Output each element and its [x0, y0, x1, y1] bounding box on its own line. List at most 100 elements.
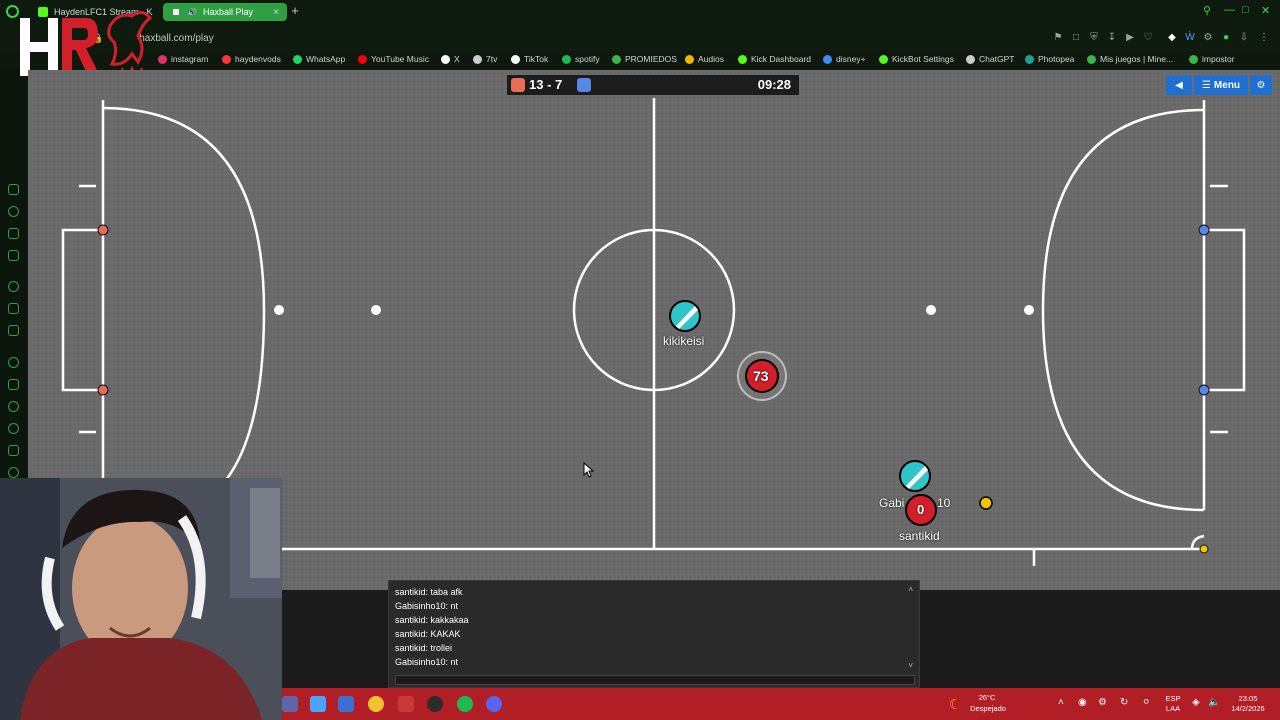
sidebar-openai-icon[interactable]	[8, 281, 19, 292]
settings-button[interactable]: ⚙	[1250, 75, 1272, 95]
bookmark-label: WhatsApp	[306, 54, 346, 64]
sidebar-settings-icon[interactable]	[8, 467, 19, 478]
blue-team-swatch	[577, 78, 591, 92]
bookmark-label: TikTok	[524, 54, 549, 64]
chat-panel: ˄ santikid: taba afk Gabisinho10: nt san…	[388, 580, 920, 688]
bookmark-favicon-icon	[823, 54, 832, 64]
bookmark-item[interactable]: KickBot Settings	[879, 54, 954, 64]
sidebar-telegram-icon[interactable]	[8, 325, 19, 336]
bookmark-item[interactable]: YouTube Music	[358, 54, 429, 64]
search-tabs-icon[interactable]: ⚲	[1203, 4, 1211, 17]
sidebar-mail-icon[interactable]	[8, 250, 19, 261]
sidebar-app-icon[interactable]	[8, 184, 19, 195]
discord-icon[interactable]	[486, 696, 502, 712]
bookmark-item[interactable]: PROMIEDOS	[612, 54, 677, 64]
bookmark-item[interactable]: impostor	[1189, 54, 1235, 64]
spotify-icon[interactable]	[457, 696, 473, 712]
red-team-swatch	[511, 78, 525, 92]
chat-message: Gabisinho10: nt	[395, 657, 459, 667]
obs-icon[interactable]	[427, 696, 443, 712]
bookmark-favicon-icon	[441, 54, 450, 64]
player-name-gabisinho-start: Gabi	[879, 496, 905, 510]
translate-icon[interactable]: Ẁ	[1184, 32, 1196, 44]
sidebar-clock-icon[interactable]	[8, 423, 19, 434]
weather-desc: Despejado	[970, 704, 1006, 713]
bookmark-favicon-icon	[293, 54, 302, 64]
sidebar-twitch-icon[interactable]	[8, 303, 19, 314]
chat-scroll-up-icon[interactable]: ˄	[908, 585, 913, 594]
play-icon[interactable]: ▶	[1124, 32, 1136, 44]
chat-scroll-down-icon[interactable]: ˅	[908, 661, 913, 670]
menu-button[interactable]: ☰ Menu	[1194, 75, 1248, 95]
bookmark-item[interactable]: haydenvods	[222, 54, 281, 64]
chat-input[interactable]	[395, 675, 915, 685]
tab-haxball-play[interactable]: 🔊 Haxball Play ×	[163, 3, 287, 21]
new-tab-button[interactable]: +	[288, 4, 302, 18]
weather-icon[interactable]: ☾	[949, 696, 962, 713]
downloads-icon[interactable]: ⇩	[1238, 32, 1250, 44]
sidebar-heart-icon[interactable]	[8, 401, 19, 412]
more-menu-icon[interactable]: ⋮	[1258, 32, 1270, 44]
shield-icon[interactable]: ⛨	[1088, 32, 1100, 44]
tray-obs-icon[interactable]: ◉	[1078, 697, 1087, 708]
windows-taskbar: ☾ 26°C Despejado ˄ ◉ ⚙ ↻ ⚪ ESP LAA ◈ 🔈 2…	[282, 688, 1280, 720]
bookmark-item[interactable]: Mis juegos | Mine...	[1087, 54, 1173, 64]
bookmark-item[interactable]: X	[441, 54, 460, 64]
tray-mic-icon[interactable]: ⚪	[1142, 697, 1150, 708]
sidebar-refresh-icon[interactable]	[8, 206, 19, 217]
bookmark-item[interactable]: spotify	[562, 54, 600, 64]
bookmark-item[interactable]: Kick Dashboard	[738, 54, 811, 64]
tray-chevron-icon[interactable]: ˄	[1058, 697, 1064, 708]
clock-date[interactable]: 14/2/2026	[1224, 704, 1272, 714]
heart-icon[interactable]: ♡	[1142, 32, 1154, 44]
puzzle-icon[interactable]: ⚙	[1202, 32, 1214, 44]
speaker-icon[interactable]: 🔊	[187, 8, 197, 17]
minimize-icon[interactable]: —	[1224, 4, 1235, 16]
sound-button[interactable]: ◀	[1166, 75, 1192, 95]
bookmark-item[interactable]: ChatGPT	[966, 54, 1014, 64]
volume-icon[interactable]: 🔈	[1208, 697, 1220, 708]
bookmark-label: instagram	[171, 54, 209, 64]
sidebar-download-icon[interactable]	[8, 445, 19, 456]
bookmark-item[interactable]: TikTok	[511, 54, 548, 64]
download-icon[interactable]: ↧	[1106, 32, 1118, 44]
close-window-icon[interactable]: ✕	[1261, 4, 1270, 17]
bookmark-item[interactable]: WhatsApp	[293, 54, 345, 64]
chat-message: santikid: trollei	[395, 643, 453, 653]
notepad-icon[interactable]	[310, 696, 326, 712]
clock-time[interactable]: 23:05	[1228, 694, 1268, 704]
sidebar-whatsapp-icon[interactable]	[8, 357, 19, 368]
bookmark-item[interactable]: Photopea	[1025, 54, 1074, 64]
app-root: { "browser": { "tabs": [ {"label": "Hayd…	[0, 0, 1280, 720]
input-language-1[interactable]: ESP	[1164, 694, 1182, 704]
bookmark-item[interactable]: disney+	[823, 54, 866, 64]
profile-icon[interactable]: ●	[1220, 32, 1232, 44]
bookmark-item[interactable]: instagram	[158, 54, 208, 64]
bookmark-item[interactable]: 7tv	[473, 54, 497, 64]
bookmark-item[interactable]: Audios	[685, 54, 724, 64]
maximize-icon[interactable]: □	[1242, 4, 1249, 16]
tray-steam-icon[interactable]: ⚙	[1098, 697, 1107, 708]
bookmark-label: KickBot Settings	[892, 54, 954, 64]
bookmark-page-icon[interactable]: ⚑	[1052, 32, 1064, 44]
bookmark-favicon-icon	[612, 54, 621, 64]
tab-bar: HaydenLFC1 Stream - K 🔊 Haxball Play × +…	[0, 0, 1280, 24]
player-gabisinho-disc	[899, 460, 931, 492]
chrome-icon[interactable]	[368, 696, 384, 712]
sidebar-grid-icon[interactable]	[8, 379, 19, 390]
input-language-2[interactable]: LAA	[1164, 704, 1182, 714]
tray-refresh-icon[interactable]: ↻	[1120, 697, 1128, 708]
webcam-overlay	[0, 478, 282, 720]
bookmark-favicon-icon	[879, 54, 888, 64]
active-app-icon[interactable]	[398, 696, 414, 712]
hamburger-icon: ☰	[1201, 79, 1211, 91]
extension-icon[interactable]: ◆	[1166, 32, 1178, 44]
screenshot-icon[interactable]: □	[1070, 32, 1082, 44]
wifi-icon[interactable]: ◈	[1192, 697, 1200, 708]
close-tab-icon[interactable]: ×	[273, 7, 279, 18]
explorer-icon[interactable]	[338, 696, 354, 712]
teams-icon[interactable]	[282, 696, 298, 712]
game-clock: 09:28	[757, 77, 791, 92]
ball	[979, 496, 993, 510]
sidebar-notes-icon[interactable]	[8, 228, 19, 239]
